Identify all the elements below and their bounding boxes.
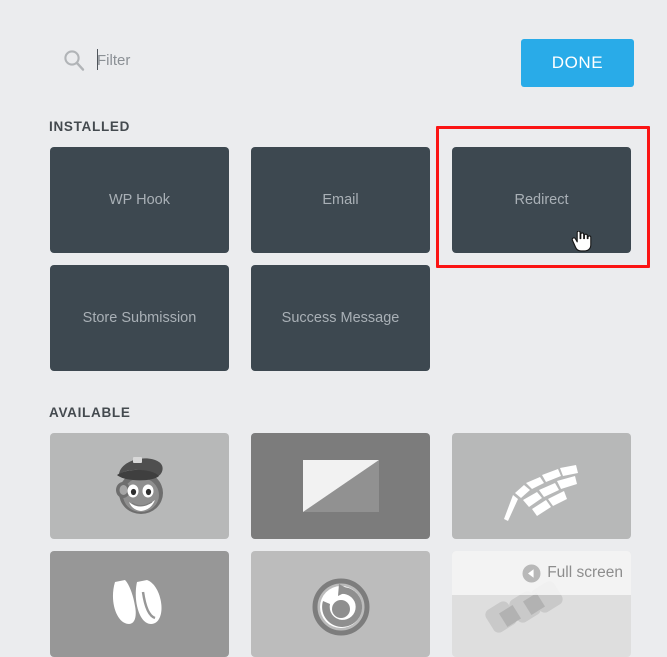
card-store-submission[interactable]: Store Submission bbox=[50, 265, 229, 371]
w-letter-icon bbox=[105, 572, 175, 636]
card-label: Redirect bbox=[514, 192, 569, 208]
card-label: Success Message bbox=[281, 310, 400, 326]
section-title-available: AVAILABLE bbox=[49, 405, 131, 420]
fullscreen-overlay[interactable]: Full screen bbox=[452, 551, 631, 595]
card-available-swirl[interactable] bbox=[251, 551, 430, 657]
card-email[interactable]: Email bbox=[251, 147, 430, 253]
card-available-mailchimp[interactable] bbox=[50, 433, 229, 539]
done-button[interactable]: DONE bbox=[521, 39, 634, 87]
search-icon bbox=[62, 48, 86, 72]
card-available-checkered-flag[interactable] bbox=[452, 433, 631, 539]
card-success-message[interactable]: Success Message bbox=[251, 265, 430, 371]
card-available-w-logo[interactable] bbox=[50, 551, 229, 657]
search-input[interactable] bbox=[97, 45, 497, 75]
card-label: WP Hook bbox=[109, 192, 170, 208]
card-available-paper-plane[interactable] bbox=[251, 433, 430, 539]
card-label: Store Submission bbox=[82, 310, 197, 326]
card-redirect[interactable]: Redirect bbox=[452, 147, 631, 253]
fullscreen-label: Full screen bbox=[547, 564, 623, 581]
swirl-circle-icon bbox=[306, 571, 376, 637]
card-label: Email bbox=[322, 192, 359, 208]
card-wp-hook[interactable]: WP Hook bbox=[50, 147, 229, 253]
mailchimp-monkey-icon bbox=[103, 452, 177, 520]
checkered-flag-icon bbox=[496, 449, 588, 523]
toolbar: DONE bbox=[0, 0, 667, 105]
collapse-left-icon[interactable] bbox=[522, 564, 541, 583]
section-title-installed: INSTALLED bbox=[49, 119, 131, 134]
paper-plane-icon bbox=[299, 456, 383, 516]
